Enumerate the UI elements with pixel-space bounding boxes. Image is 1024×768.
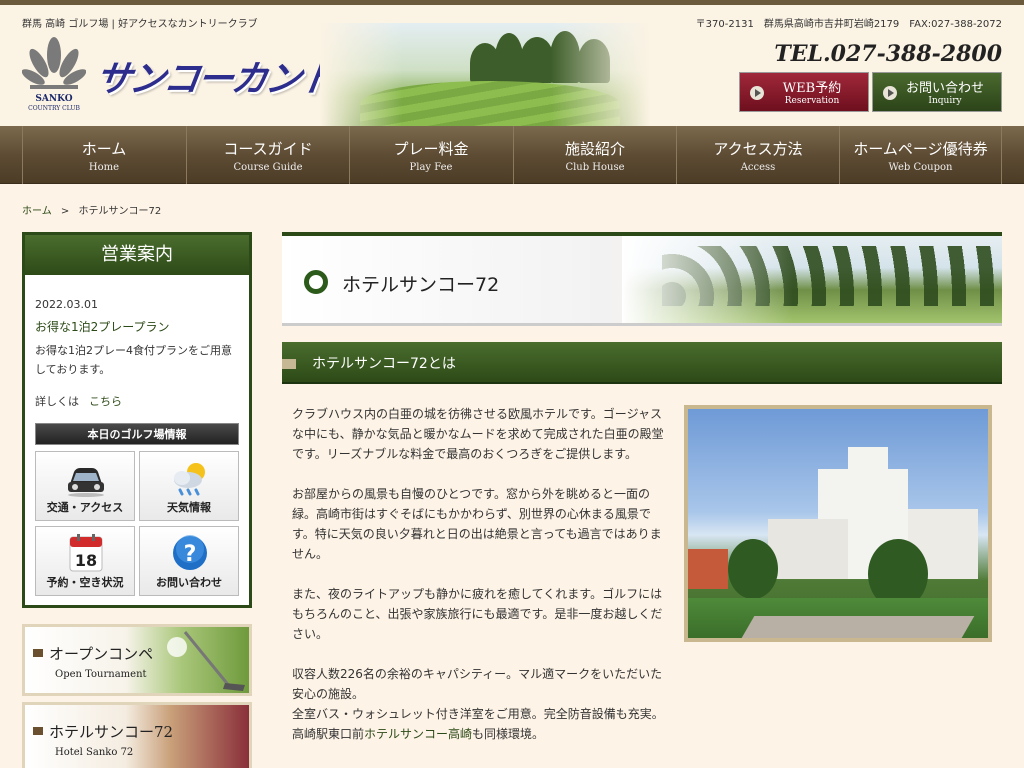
news-title-link[interactable]: お得な1泊2プレープラン [35, 318, 170, 335]
breadcrumb: ホーム > ホテルサンコー72 [22, 202, 161, 217]
nav-course-guide[interactable]: コースガイド Course Guide [186, 126, 349, 184]
play-arrow-icon [750, 86, 764, 100]
nav-web-coupon[interactable]: ホームページ優待券 Web Coupon [839, 126, 1002, 184]
business-info-title: 営業案内 [25, 235, 249, 275]
hotel-takasaki-link[interactable]: ホテルサンコー高崎 [364, 727, 472, 741]
breadcrumb-current: ホテルサンコー72 [78, 206, 162, 217]
tagline: 群馬 高崎 ゴルフ場 | 好アクセスなカントリークラブ [22, 19, 258, 30]
logo-text-en: SANKO [35, 94, 73, 104]
nav-play-fee[interactable]: プレー料金 Play Fee [349, 126, 512, 184]
calendar-day: 18 [75, 551, 97, 570]
tile-reservation[interactable]: 18 予約・空き状況 [35, 526, 135, 596]
play-arrow-icon [883, 86, 897, 100]
section-arrow-icon [282, 359, 296, 369]
logo-text-en-sub: COUNTRY CLUB [28, 105, 80, 112]
page-title: ホテルサンコー72 [342, 274, 500, 296]
svg-text:?: ? [184, 542, 197, 567]
open-tournament-banner[interactable]: オープンコンペ Open Tournament [22, 624, 252, 696]
site-header: 群馬 高崎 ゴルフ場 | 好アクセスなカントリークラブ 〒370-2131 群馬… [0, 5, 1024, 127]
tile-access[interactable]: 交通・アクセス [35, 451, 135, 521]
news-more-link[interactable]: こちら [89, 395, 122, 408]
help-icon: ? [173, 535, 207, 570]
breadcrumb-home-link[interactable]: ホーム [22, 206, 52, 217]
nav-club-house[interactable]: 施設紹介 Club House [513, 126, 676, 184]
tile-inquiry[interactable]: ? お問い合わせ [139, 526, 239, 596]
nav-access[interactable]: アクセス方法 Access [676, 126, 839, 184]
address: 〒370-2131 群馬県高崎市吉井町岩崎2179 FAX:027-388-20… [695, 19, 1002, 30]
business-info-box: 営業案内 2022.03.01 お得な1泊2プレープラン お得な1泊2プレー4食… [22, 232, 252, 608]
news-more: 詳しくは こちら [35, 395, 122, 408]
section-title: ホテルサンコー72とは [312, 356, 456, 372]
inquiry-button[interactable]: お問い合わせ Inquiry [872, 72, 1002, 112]
paragraph-3: また、夜のライトアップも静かに疲れを癒してくれます。ゴルフにはもちろんのこと、出… [292, 587, 663, 641]
banner-arrow-icon [33, 727, 43, 735]
page-heading-photo [622, 236, 1002, 326]
hotel-sanko-banner[interactable]: ホテルサンコー72 Hotel Sanko 72 [22, 702, 252, 768]
phone-number: TEL.027-388-2800 [774, 41, 1002, 67]
paragraph-4: 収容人数226名の余裕のキャパシティー。マル適マークをいただいた安心の施設。 全… [292, 667, 664, 741]
calendar-icon: 18 [69, 534, 103, 572]
header-golf-photo [320, 23, 650, 127]
golf-club-icon [167, 631, 245, 691]
car-icon [68, 468, 104, 497]
paragraph-2: お部屋からの風景も自慢のひとつです。窓から外を眺めると一面の緑。高崎市街はすぐそ… [292, 487, 662, 561]
page-heading: ホテルサンコー72 [282, 232, 1002, 326]
section-heading: ホテルサンコー72とは [282, 342, 1002, 384]
golf-info-heading: 本日のゴルフ場情報 [35, 423, 239, 445]
tile-weather[interactable]: 天気情報 [139, 451, 239, 521]
weather-icon [174, 463, 205, 496]
news-date: 2022.03.01 [35, 298, 98, 311]
nav-home[interactable]: ホーム Home [22, 126, 185, 184]
news-body: お得な1泊2プレー4食付プランをご用意しております。 [35, 344, 232, 376]
web-reservation-button[interactable]: WEB予約 Reservation [739, 72, 869, 112]
hotel-description: クラブハウス内の白亜の城を彷彿させる欧風ホテルです。ゴージャスな中にも、静かな気… [292, 404, 670, 764]
breadcrumb-separator: > [60, 206, 70, 217]
paragraph-1: クラブハウス内の白亜の城を彷彿させる欧風ホテルです。ゴージャスな中にも、静かな気… [292, 407, 664, 461]
title-circle-icon [304, 270, 328, 294]
banner-arrow-icon [33, 649, 43, 657]
main-nav: ホーム Home コースガイド Course Guide プレー料金 Play Fee… [0, 126, 1024, 184]
hotel-building-photo [684, 405, 992, 642]
